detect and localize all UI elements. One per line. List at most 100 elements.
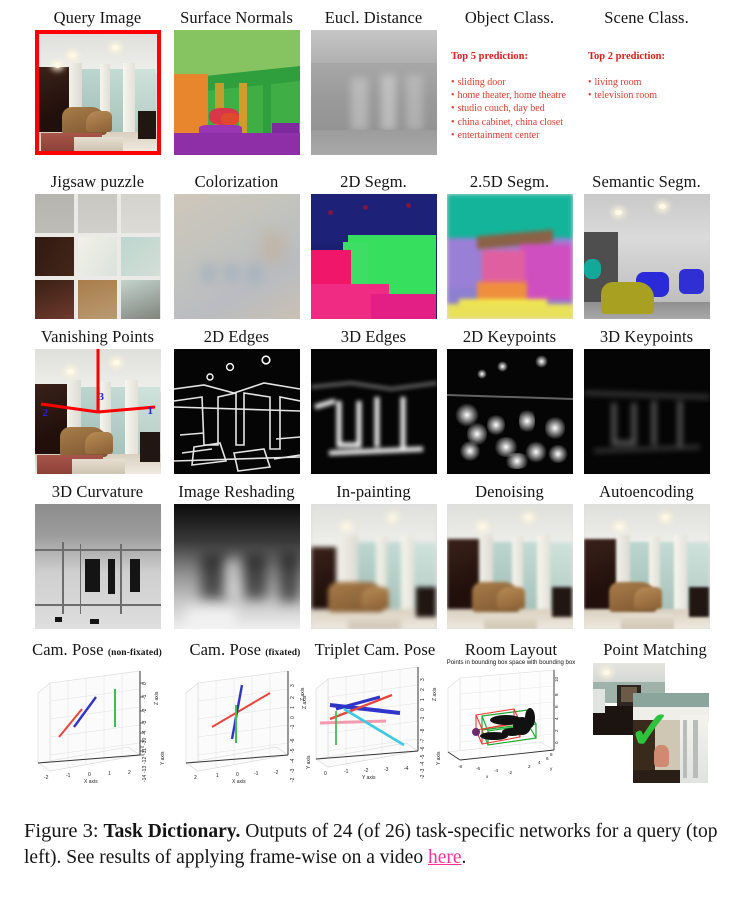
svg-text:6: 6 [546,756,549,761]
svg-text:-4: -4 [290,758,296,763]
svg-text:X axis: X axis [232,779,246,785]
room-layout-plot: 10 8 6 4 2 0 -8 -6 -4 -2 x 24 68 y [436,668,596,780]
svg-text:-3: -3 [384,767,389,773]
svg-text:-5: -5 [290,748,296,753]
svg-text:-2: -2 [508,770,513,775]
list-item: living room [588,76,713,89]
svg-text:-10: -10 [142,738,148,745]
panel-3d-edges: 3D Edges [307,327,440,474]
panel-label: 2.5D Segm. [469,172,550,191]
3d-curvature-thumbnail [34,504,161,629]
panel-25d-segmentation: 2.5D Segm. [443,172,576,319]
panel-label: Room Layout [464,640,558,659]
panel-image-reshading: Image Reshading [170,482,303,629]
depth-map [310,30,437,155]
svg-text:-4: -4 [142,730,148,735]
panel-label: Query Image [53,8,142,27]
list-item: entertainment center [451,129,576,142]
in-painting-map [310,504,437,629]
panel-label: Vanishing Points [41,327,154,346]
panel-triplet-cam-pose: Triplet Cam. Pose 3 2 1 0 -1 -8 -7 -6 -5… [300,640,450,781]
panel-label: 2D Keypoints [462,327,557,346]
svg-text:-2: -2 [274,770,279,776]
panel-cam-pose-non-fixated: Cam. Pose (non-fixated) 0 -1 -2 -3 -4 -1… [22,640,172,785]
panel-scene-classification: Scene Class. Top 2 prediction: living ro… [580,8,713,102]
svg-text:y: y [550,766,553,771]
panel-label: 2D Edges [203,327,270,346]
svg-text:-4: -4 [494,768,499,773]
2d-edges-map [173,349,300,474]
svg-text:4: 4 [554,717,559,720]
svg-text:-12: -12 [142,757,148,764]
svg-text:-3: -3 [142,720,148,725]
figure-caption: Figure 3: Task Dictionary. Outputs of 24… [24,818,726,871]
cam-pose-non-fixated-plot: 0 -1 -2 -3 -4 -10 -11 -12 -13 -14 Z axis… [22,665,182,785]
scene-class-title: Top 2 prediction: [588,51,666,62]
caption-figure-number: Figure 3: [24,820,99,842]
svg-text:1: 1 [216,773,219,779]
caption-body-2: . [461,847,467,868]
svg-text:-5: -5 [420,754,426,759]
panel-query-image: Query Image [31,8,164,155]
panel-label: Autoencoding [599,482,694,501]
row-3: Vanishing Points 3 2 1 2D Edges 3D Edges… [0,327,747,482]
svg-text:0: 0 [554,741,559,744]
svg-text:-4: -4 [420,761,426,766]
row-1: Query Image Surface Normals Eucl. Distan… [0,8,747,163]
svg-text:2: 2 [528,764,531,769]
panel-label: Point Matching [603,640,707,659]
svg-text:4: 4 [538,760,541,765]
svg-text:-1: -1 [290,724,296,729]
svg-text:-2: -2 [142,708,148,713]
panel-2d-keypoints: 2D Keypoints [443,327,576,474]
2d-edges-thumbnail [173,349,300,474]
image-reshading-map [173,504,300,629]
panel-denoising: Denoising [443,482,576,629]
point-matching-thumbnail: ✓ [589,659,722,784]
caption-title: Task Dictionary. [103,821,241,842]
svg-text:X axis: X axis [84,779,98,785]
svg-text:-4: -4 [404,766,409,772]
semantic-segmentation-thumbnail [583,194,710,319]
task-dictionary-figure: Query Image Surface Normals Eucl. Distan… [0,0,747,905]
panel-label: Cam. Pose (non-fixated) [22,640,172,663]
panel-surface-normals: Surface Normals [170,8,303,155]
euclidean-distance-thumbnail [310,30,437,155]
svg-text:8: 8 [554,693,559,696]
list-item: sliding door [451,76,576,89]
panel-label-text: Cam. Pose [32,640,108,659]
3d-edges-map [310,349,437,474]
2d-keypoints-map [446,349,573,474]
colorization-map [173,194,300,319]
svg-text:-11: -11 [142,748,148,755]
svg-text:0: 0 [88,772,91,778]
svg-text:2: 2 [420,688,426,691]
svg-text:-2: -2 [44,775,49,781]
caption-here-link[interactable]: here [428,847,462,868]
svg-text:Y axis: Y axis [362,775,376,781]
vanishing-label-3: 3 [98,391,105,403]
svg-text:-8: -8 [420,728,426,733]
panel-3d-curvature: 3D Curvature [31,482,164,629]
3d-curvature-map [34,504,161,629]
panel-semantic-segmentation: Semantic Segm. [580,172,713,319]
panel-label: Surface Normals [180,8,293,27]
panel-autoencoding: Autoencoding [580,482,713,629]
svg-text:1: 1 [420,698,426,701]
object-class-predictions: Top 5 prediction: sliding door home thea… [443,27,576,142]
panel-label: Triplet Cam. Pose [314,640,436,659]
panel-label-text: Cam. Pose [189,640,266,659]
svg-text:-13: -13 [142,766,148,773]
svg-text:10: 10 [554,676,559,682]
room-layout-subtitle: Points in bounding box space with boundi… [446,660,576,666]
autoencoding-map [583,504,710,629]
denoising-map [446,504,573,629]
svg-text:1: 1 [290,706,296,709]
svg-text:-1: -1 [66,773,71,779]
query-image-thumbnail [34,30,161,155]
2d-segmentation-map [310,194,437,319]
svg-text:2: 2 [554,729,559,732]
panel-colorization: Colorization [170,172,303,319]
svg-text:6: 6 [554,705,559,708]
check-icon: ✓ [628,702,673,760]
